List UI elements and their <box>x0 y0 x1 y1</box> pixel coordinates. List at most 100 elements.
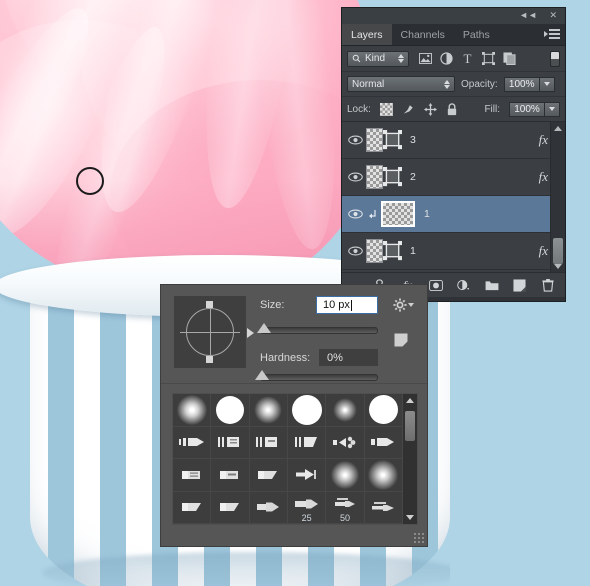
layer-name[interactable]: 3 <box>410 134 416 146</box>
eye-icon[interactable] <box>344 172 366 182</box>
size-input[interactable]: 10 px <box>316 296 378 314</box>
brush-tip-shape-preview[interactable] <box>174 296 254 368</box>
table-row[interactable]: 1 <box>342 196 565 233</box>
shape-layer-filter-icon[interactable] <box>482 52 495 65</box>
hard-round-brush-icon <box>291 394 322 425</box>
smart-object-filter-icon[interactable] <box>503 52 516 65</box>
scroll-up-icon[interactable] <box>403 395 417 406</box>
brush-preset-cell[interactable] <box>211 394 250 427</box>
eye-icon[interactable] <box>344 246 366 256</box>
scroll-up-icon[interactable] <box>551 122 565 134</box>
brush-preset-options-gear-icon[interactable] <box>393 298 414 315</box>
brush-preset-cell[interactable] <box>173 426 212 459</box>
lock-all-icon[interactable] <box>446 102 459 116</box>
type-layer-filter-icon[interactable]: T <box>461 51 474 66</box>
brush-grid-scrollbar[interactable] <box>403 394 417 524</box>
table-row[interactable]: background <box>342 270 565 272</box>
brush-preset-picker-panel[interactable]: Size: 10 px Hardness: 0% 25 50 <box>160 284 428 547</box>
layer-fx-icon[interactable]: fx <box>539 132 548 148</box>
brush-preset-cell[interactable] <box>211 491 250 524</box>
fill-input[interactable]: 100% <box>509 101 545 117</box>
layer-fx-icon[interactable]: fx <box>539 243 548 259</box>
layer-list[interactable]: 3 fx 2 fx 1 1 fx <box>342 122 565 272</box>
brush-preset-grid[interactable]: 25 50 <box>172 393 418 525</box>
hardness-slider[interactable] <box>260 374 378 381</box>
new-group-icon[interactable] <box>484 278 499 293</box>
table-row[interactable]: 3 fx <box>342 122 565 159</box>
layer-list-scrollbar[interactable] <box>550 122 565 272</box>
layer-name[interactable]: 2 <box>410 171 416 183</box>
layer-thumbnail[interactable] <box>366 163 402 191</box>
resize-grip-icon[interactable] <box>413 532 424 543</box>
tab-layers[interactable]: Layers <box>342 24 392 45</box>
adjustment-layer-filter-icon[interactable] <box>440 52 453 65</box>
opacity-input[interactable]: 100% <box>503 76 540 92</box>
brush-settings-section[interactable]: Size: 10 px Hardness: 0% <box>161 285 427 384</box>
add-layer-mask-icon[interactable] <box>428 278 443 293</box>
brush-preset-cell[interactable] <box>287 394 327 427</box>
brush-preset-cell[interactable] <box>326 394 365 427</box>
new-brush-preset-icon[interactable] <box>394 333 408 347</box>
scroll-down-icon[interactable] <box>551 260 565 272</box>
layers-panel-tabs[interactable]: Layers Channels Paths <box>342 24 565 46</box>
brush-preset-cell[interactable]: 25 <box>287 491 327 524</box>
filter-toggle-switch[interactable] <box>550 50 560 67</box>
brush-preset-cell[interactable] <box>364 394 403 427</box>
eye-icon[interactable] <box>344 209 366 219</box>
panel-menu-icon[interactable] <box>544 28 560 40</box>
brush-preset-cell[interactable] <box>211 426 250 459</box>
layer-thumbnail[interactable] <box>366 237 402 265</box>
opacity-dropdown-icon[interactable] <box>539 76 555 92</box>
tab-paths[interactable]: Paths <box>454 24 499 45</box>
layer-name[interactable]: 1 <box>424 208 430 220</box>
brush-preset-cell[interactable]: 50 <box>326 491 365 524</box>
lock-image-pixels-icon[interactable] <box>402 103 415 116</box>
close-icon[interactable]: ✕ <box>549 10 557 21</box>
table-row[interactable]: 1 fx <box>342 233 565 270</box>
new-adjustment-layer-icon[interactable] <box>456 278 471 293</box>
pixel-layer-filter-icon[interactable] <box>419 52 432 65</box>
hardness-slider-knob[interactable] <box>255 370 269 380</box>
lock-transparent-pixels-icon[interactable] <box>379 102 393 116</box>
fill-dropdown-icon[interactable] <box>545 101 560 117</box>
brush-preset-cell[interactable] <box>364 491 403 524</box>
layer-fx-icon[interactable]: fx <box>539 169 548 185</box>
scroll-down-icon[interactable] <box>403 512 417 523</box>
new-layer-icon[interactable] <box>512 278 527 293</box>
brush-preset-cell[interactable] <box>249 459 288 492</box>
brush-preset-cell[interactable] <box>287 426 327 459</box>
brush-preset-cell[interactable] <box>249 426 288 459</box>
brush-preset-cell[interactable] <box>287 459 327 492</box>
size-slider[interactable] <box>260 327 378 334</box>
eye-icon[interactable] <box>344 135 366 145</box>
brush-preset-cell[interactable] <box>173 394 212 427</box>
layer-filter-row[interactable]: Kind T <box>342 46 565 72</box>
brush-preset-cell[interactable] <box>211 459 250 492</box>
photoshop-document-canvas[interactable]: ◄◄ ✕ Layers Channels Paths Kind T Normal… <box>0 0 590 586</box>
brush-preset-cell[interactable] <box>249 394 288 427</box>
brush-preset-cell[interactable] <box>173 459 212 492</box>
delete-layer-icon[interactable] <box>540 278 555 293</box>
brush-preset-cell[interactable] <box>326 459 365 492</box>
brush-preset-cell[interactable] <box>364 459 403 492</box>
layers-panel[interactable]: ◄◄ ✕ Layers Channels Paths Kind T Normal… <box>341 7 566 302</box>
table-row[interactable]: 2 fx <box>342 159 565 196</box>
tab-channels[interactable]: Channels <box>392 24 454 45</box>
collapse-icon[interactable]: ◄◄ <box>519 10 537 20</box>
scrollbar-thumb[interactable] <box>405 411 415 441</box>
layer-thumbnail[interactable] <box>366 126 402 154</box>
filter-kind-select[interactable]: Kind <box>347 50 409 67</box>
brush-preset-cell[interactable] <box>249 491 288 524</box>
layer-name[interactable]: 1 <box>410 245 416 257</box>
brush-preset-cell[interactable] <box>173 491 212 524</box>
brush-preset-cell[interactable] <box>326 426 365 459</box>
hardness-value[interactable]: 0% <box>319 349 378 366</box>
brush-preset-cell[interactable] <box>364 426 403 459</box>
blend-mode-row[interactable]: Normal Opacity: 100% <box>342 72 565 97</box>
flat-blunt-tip-icon <box>219 470 238 479</box>
blend-mode-select[interactable]: Normal <box>347 76 455 92</box>
layer-thumbnail[interactable] <box>380 200 416 228</box>
lock-row[interactable]: Lock: Fill: 100% <box>342 97 565 122</box>
size-slider-knob[interactable] <box>257 323 271 333</box>
lock-position-icon[interactable] <box>423 102 437 116</box>
